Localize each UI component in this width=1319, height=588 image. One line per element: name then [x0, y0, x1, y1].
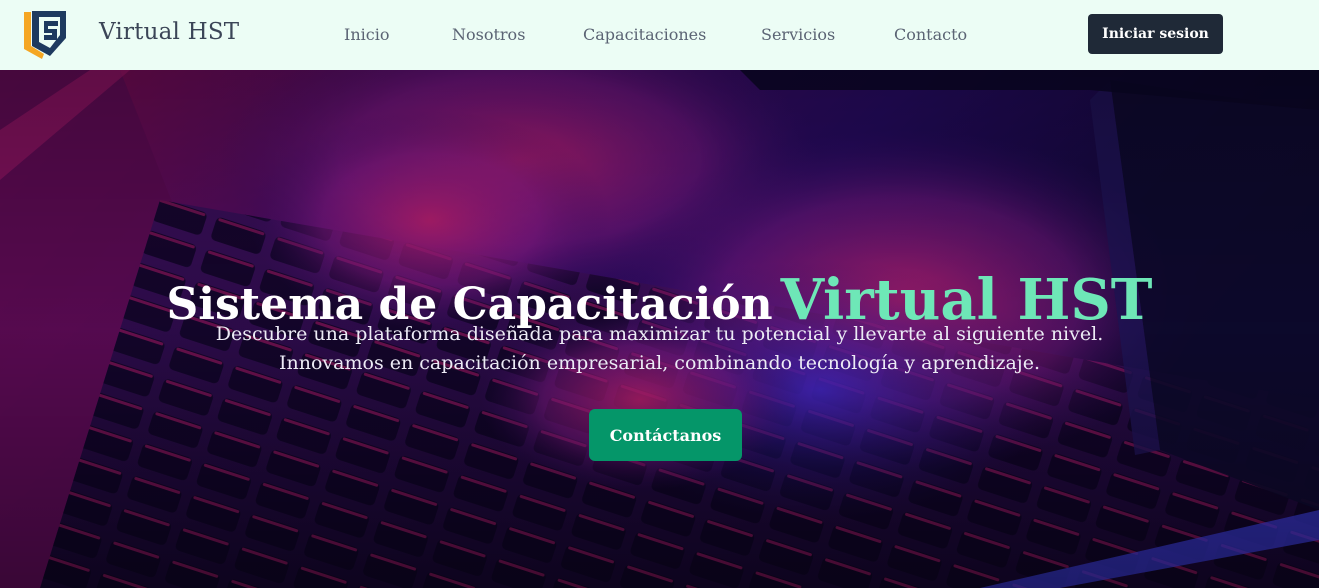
login-button[interactable]: Iniciar sesion: [1088, 14, 1223, 54]
hero-subtitle-line-2: Innovamos en capacitación empresarial, c…: [279, 352, 1040, 374]
logo-shield-icon[interactable]: [22, 8, 68, 60]
contact-cta-button[interactable]: Contáctanos: [589, 409, 742, 461]
nav-link-inicio[interactable]: Inicio: [344, 25, 389, 44]
brand-name[interactable]: Virtual HST: [99, 19, 239, 45]
hero-section: Sistema de Capacitación Virtual HST Descu…: [0, 70, 1319, 588]
nav-link-servicios[interactable]: Servicios: [761, 25, 835, 44]
nav-link-nosotros[interactable]: Nosotros: [452, 25, 525, 44]
nav-link-contacto[interactable]: Contacto: [894, 25, 967, 44]
navbar: Virtual HST Inicio Nosotros Capacitacion…: [0, 0, 1319, 70]
page: Virtual HST Inicio Nosotros Capacitacion…: [0, 0, 1319, 588]
hero-subtitle-line-1: Descubre una plataforma diseñada para ma…: [215, 323, 1104, 345]
nav-link-capacitaciones[interactable]: Capacitaciones: [583, 25, 706, 44]
